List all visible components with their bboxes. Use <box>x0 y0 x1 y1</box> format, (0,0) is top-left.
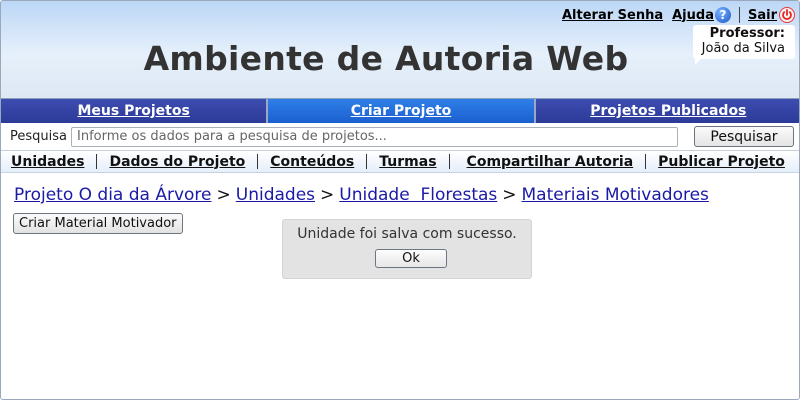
subnav-unidades[interactable]: Unidades <box>11 154 84 170</box>
breadcrumb-unidades[interactable]: Unidades <box>236 185 315 205</box>
subnav-divider <box>448 154 450 169</box>
breadcrumb: Projeto O dia da Árvore > Unidades > Unidade… <box>14 185 709 205</box>
main-nav: Meus Projetos Criar Projeto Projetos Pub… <box>1 99 799 123</box>
search-label: Pesquisa <box>10 129 67 144</box>
subnav-divider <box>366 154 368 169</box>
header: Alterar Senha Ajuda ? Sair Professor: Jo… <box>1 1 799 99</box>
help-link[interactable]: Ajuda <box>672 8 714 23</box>
app-title: Ambiente de Autoria Web <box>143 39 629 78</box>
subnav-dados-do-projeto[interactable]: Dados do Projeto <box>109 154 245 170</box>
create-material-button[interactable]: Criar Material Motivador <box>13 213 183 234</box>
breadcrumb-separator: > <box>320 185 335 205</box>
search-bar: Pesquisa Pesquisar <box>1 123 799 151</box>
top-links-divider <box>738 7 740 23</box>
tab-meus-projetos[interactable]: Meus Projetos <box>1 99 269 123</box>
help-icon[interactable]: ? <box>714 7 731 23</box>
subnav-turmas[interactable]: Turmas <box>379 154 436 170</box>
breadcrumb-separator: > <box>502 185 517 205</box>
subnav-publicar-projeto[interactable]: Publicar Projeto <box>658 154 785 170</box>
subnav-divider <box>257 154 259 169</box>
subnav-conteudos[interactable]: Conteúdos <box>270 154 354 170</box>
subnav-divider <box>96 154 98 169</box>
change-password-link[interactable]: Alterar Senha <box>562 8 663 23</box>
breadcrumb-project[interactable]: Projeto O dia da Árvore <box>14 185 212 205</box>
top-links: Alterar Senha Ajuda ? Sair <box>562 5 795 25</box>
message-text: Unidade foi salva com sucesso. <box>297 226 517 242</box>
logout-link[interactable]: Sair <box>748 8 777 23</box>
tab-projetos-publicados[interactable]: Projetos Publicados <box>535 99 799 123</box>
power-icon[interactable] <box>779 7 795 23</box>
subnav-compartilhar-autoria[interactable]: Compartilhar Autoria <box>467 154 634 170</box>
breadcrumb-separator: > <box>216 185 231 205</box>
success-message: Unidade foi salva com sucesso. Ok <box>282 219 532 279</box>
project-subnav: Unidades Dados do Projeto Conteúdos Turm… <box>1 151 799 173</box>
subnav-divider <box>645 154 647 169</box>
app-window: Alterar Senha Ajuda ? Sair Professor: Jo… <box>0 0 800 400</box>
tab-criar-projeto[interactable]: Criar Projeto <box>268 99 536 123</box>
ok-button[interactable]: Ok <box>375 249 447 268</box>
search-button[interactable]: Pesquisar <box>694 126 794 147</box>
search-input[interactable] <box>71 126 678 147</box>
breadcrumb-materiais[interactable]: Materiais Motivadores <box>522 185 709 205</box>
breadcrumb-unidade[interactable]: Unidade Florestas <box>339 185 497 205</box>
